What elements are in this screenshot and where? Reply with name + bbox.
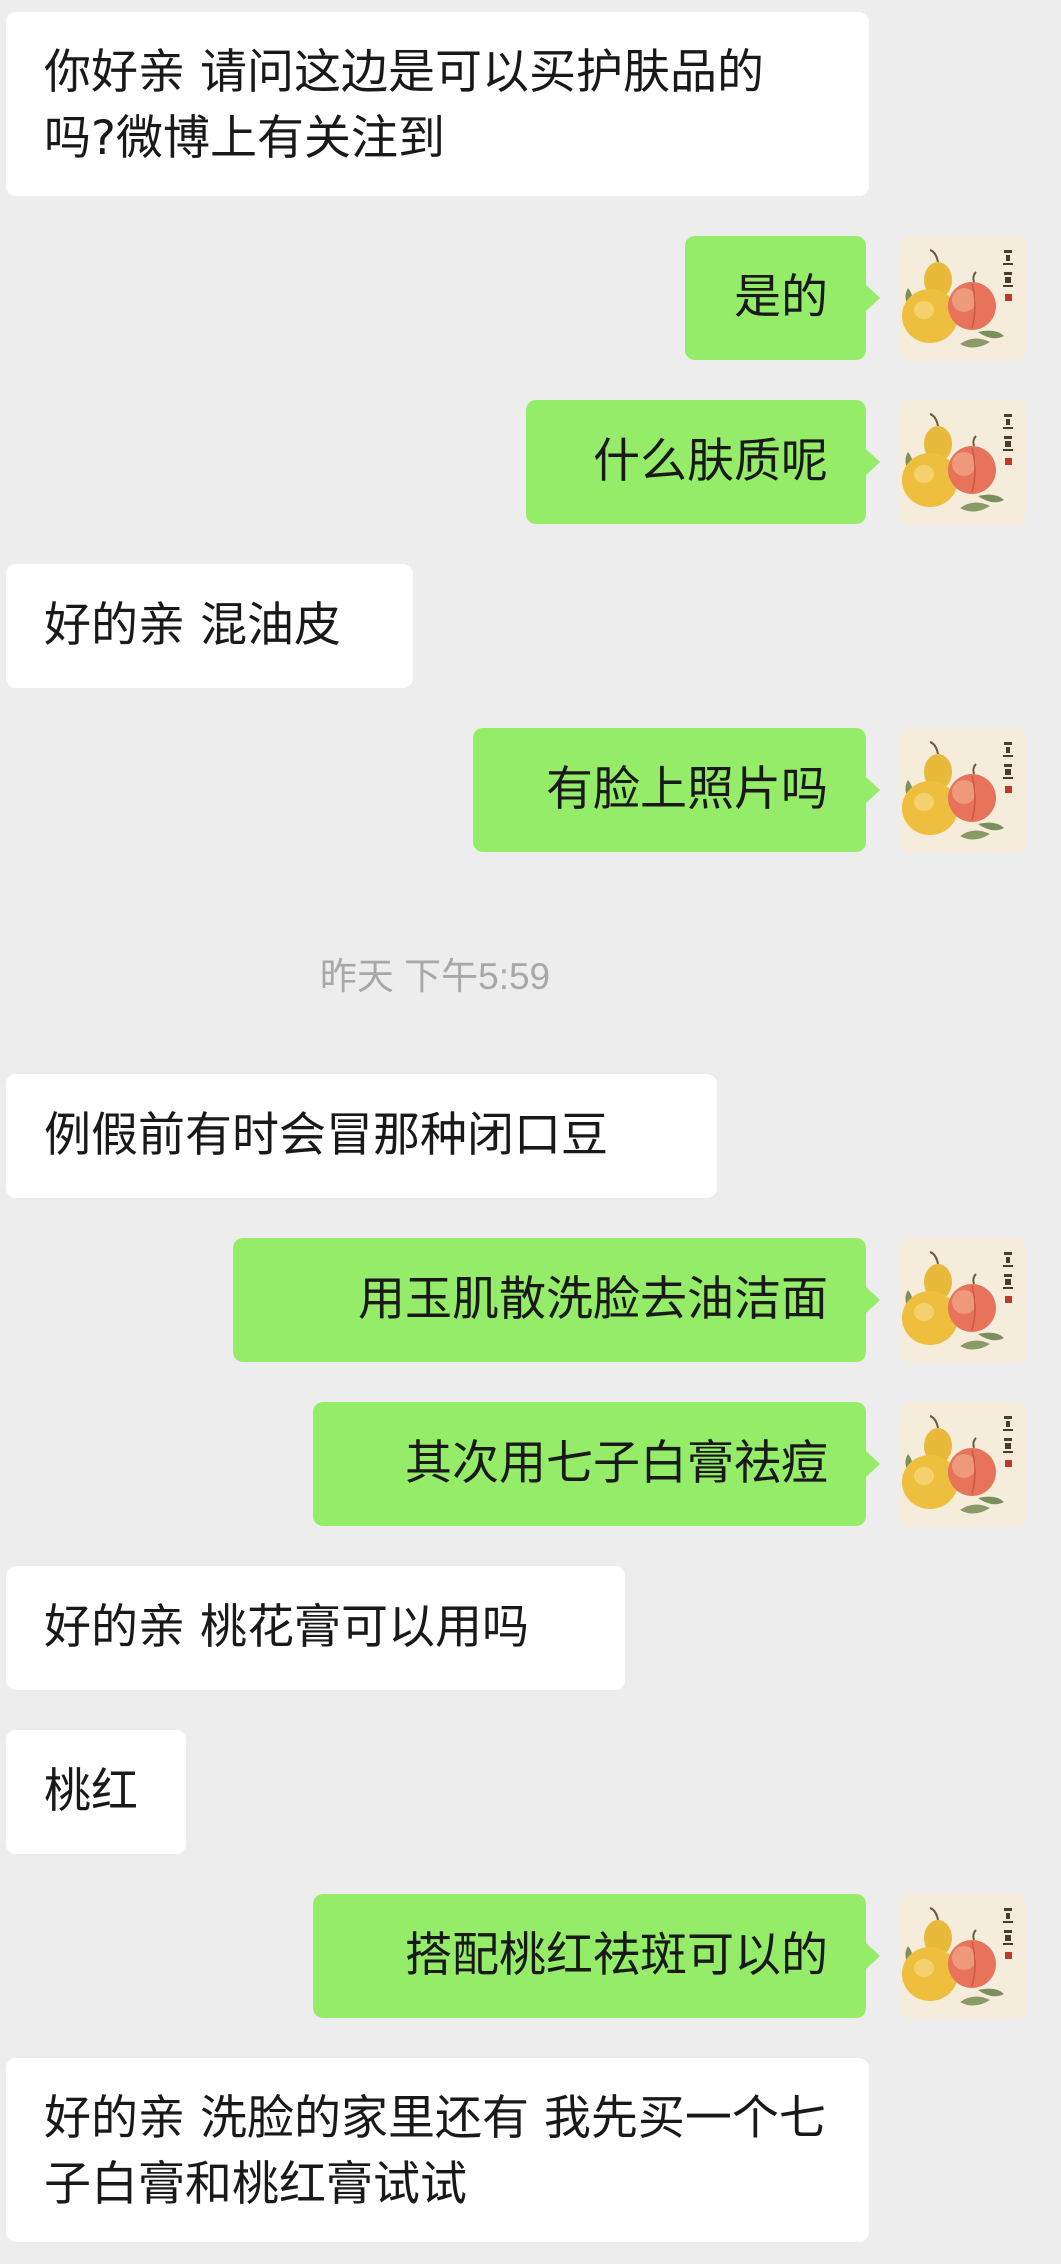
- message-bubble-outgoing[interactable]: 其次用七子白膏祛痘: [313, 1402, 880, 1526]
- pear-peach-avatar-icon: [900, 728, 1026, 853]
- message-bubble-incoming[interactable]: 桃红: [6, 1730, 186, 1854]
- message-bubble-outgoing[interactable]: 什么肤质呢: [526, 400, 880, 524]
- avatar[interactable]: [900, 236, 1026, 361]
- message-text: 什么肤质呢: [593, 434, 828, 489]
- timestamp: 昨天 下午5:59: [319, 956, 551, 997]
- pear-peach-avatar-icon: [900, 1894, 1026, 2019]
- message-text: 你好亲 请问这边是可以买护肤品的吗?微博上有关注到: [44, 45, 764, 166]
- avatar[interactable]: [900, 728, 1026, 853]
- message-bubble-outgoing[interactable]: 搭配桃红祛斑可以的: [313, 1894, 880, 2018]
- message-bubble-incoming[interactable]: 好的亲 混油皮: [6, 564, 413, 688]
- pear-peach-avatar-icon: [900, 1238, 1026, 1363]
- pear-peach-avatar-icon: [900, 400, 1026, 525]
- avatar[interactable]: [900, 1894, 1026, 2019]
- message-bubble-outgoing[interactable]: 用玉肌散洗脸去油洁面: [233, 1238, 880, 1362]
- pear-peach-avatar-icon: [900, 1402, 1026, 1527]
- message-text: 好的亲 混油皮: [44, 598, 341, 653]
- message-bubble-incoming[interactable]: 例假前有时会冒那种闭口豆: [6, 1074, 717, 1198]
- message-bubble-incoming[interactable]: 好的亲 洗脸的家里还有 我先买一个七子白膏和桃红膏试试: [6, 2058, 869, 2242]
- message-text: 好的亲 桃花膏可以用吗: [44, 1600, 529, 1655]
- message-bubble-incoming[interactable]: 好的亲 桃花膏可以用吗: [6, 1566, 625, 1690]
- pear-peach-avatar-icon: [900, 236, 1026, 361]
- message-bubble-outgoing[interactable]: 有脸上照片吗: [473, 728, 880, 852]
- message-text: 好的亲 洗脸的家里还有 我先买一个七子白膏和桃红膏试试: [44, 2091, 826, 2212]
- message-text: 桃红: [44, 1764, 138, 1819]
- message-text: 用玉肌散洗脸去油洁面: [358, 1272, 828, 1327]
- avatar[interactable]: [900, 400, 1026, 525]
- chat-area[interactable]: 你好亲 请问这边是可以买护肤品的吗?微博上有关注到 是的 什么肤质呢 好的亲 混…: [0, 0, 1061, 2264]
- message-text: 例假前有时会冒那种闭口豆: [44, 1108, 608, 1163]
- avatar[interactable]: [900, 1402, 1026, 1527]
- message-text: 有脸上照片吗: [546, 762, 828, 817]
- message-bubble-incoming[interactable]: 你好亲 请问这边是可以买护肤品的吗?微博上有关注到: [6, 12, 869, 196]
- avatar[interactable]: [900, 1238, 1026, 1363]
- message-text: 搭配桃红祛斑可以的: [405, 1928, 828, 1983]
- message-text: 是的: [734, 270, 828, 325]
- message-text: 其次用七子白膏祛痘: [405, 1436, 828, 1491]
- message-bubble-outgoing[interactable]: 是的: [685, 236, 880, 360]
